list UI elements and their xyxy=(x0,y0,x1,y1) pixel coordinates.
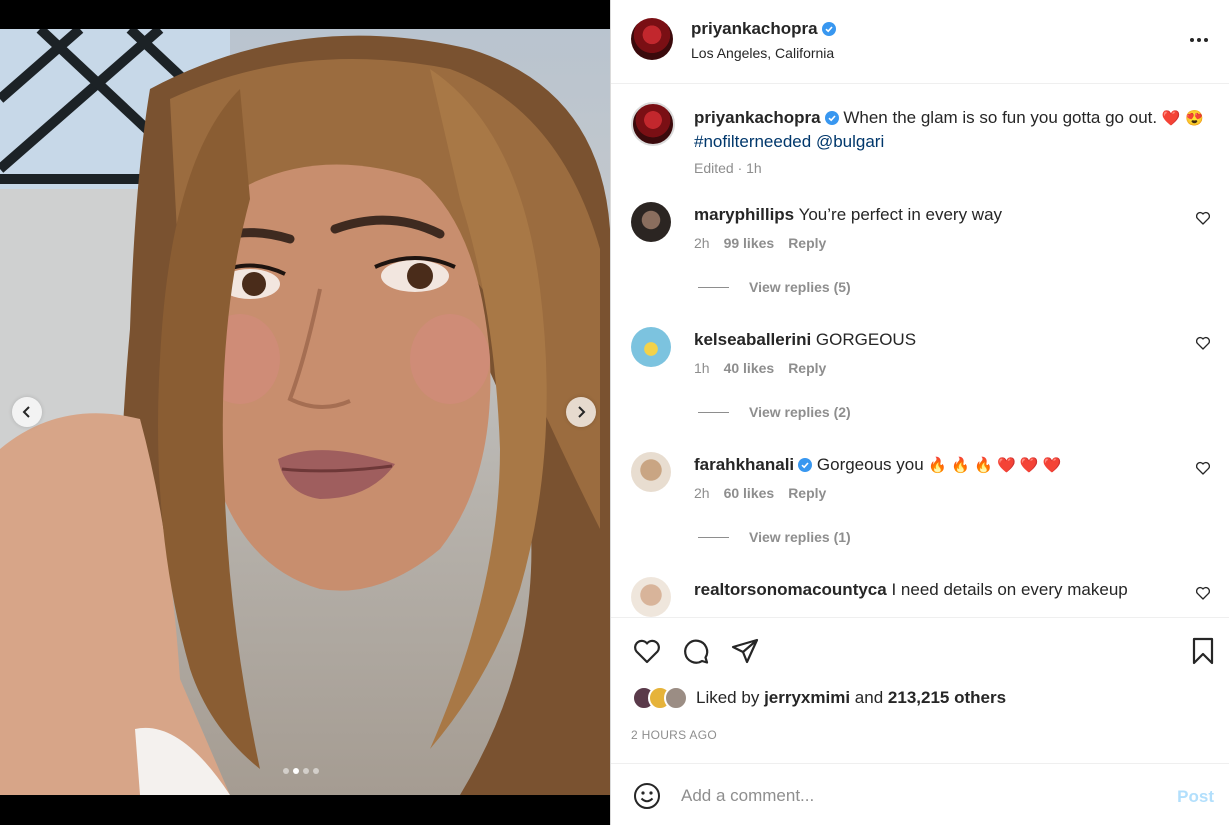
previous-slide-button[interactable] xyxy=(12,397,42,427)
caption-emoji-heart-eyes: 😍 xyxy=(1185,110,1204,127)
like-heart-icon[interactable] xyxy=(632,636,662,666)
comment-username[interactable]: farahkhanali xyxy=(694,455,794,474)
carousel-indicator xyxy=(283,768,319,774)
comment-icon[interactable] xyxy=(681,636,711,666)
comment-like-heart-icon[interactable] xyxy=(1195,210,1211,226)
comment-reply-button[interactable]: Reply xyxy=(788,235,826,251)
caption-emoji-heart: ❤️ xyxy=(1161,110,1181,127)
caption-text: When the glam is so fun you gotta go out… xyxy=(843,108,1158,127)
next-slide-button[interactable] xyxy=(566,397,596,427)
comment-likes[interactable]: 40 likes xyxy=(724,360,775,376)
more-options-button[interactable] xyxy=(1187,28,1211,52)
comment-username[interactable]: kelseaballerini xyxy=(694,330,811,349)
post-comment-button[interactable]: Post xyxy=(1177,787,1214,807)
comment-text-block: maryphillips You’re perfect in every way xyxy=(694,203,1174,226)
portrait-illustration xyxy=(0,29,610,795)
comment-reply-button[interactable]: Reply xyxy=(788,360,826,376)
verified-icon xyxy=(798,458,813,472)
view-replies-button[interactable]: View replies (2) xyxy=(698,404,851,420)
liker-avatar[interactable] xyxy=(664,686,688,710)
view-replies-label: View replies (1) xyxy=(749,529,851,545)
comment-text: I need details on every makeup xyxy=(891,580,1128,599)
carousel-dot xyxy=(283,768,289,774)
author-avatar[interactable] xyxy=(631,18,673,60)
comment-emojis: 🔥 🔥 🔥 ❤️ ❤️ ❤️ xyxy=(928,457,1062,474)
commenter-avatar[interactable] xyxy=(631,327,671,367)
comment-input[interactable] xyxy=(681,782,1151,810)
comment-item: farahkhanali Gorgeous you 🔥 🔥 🔥 ❤️ ❤️ ❤️… xyxy=(631,452,1211,572)
comment-item: maryphillips You’re perfect in every way… xyxy=(631,202,1211,322)
liked-by-user[interactable]: jerryxmimi xyxy=(764,688,850,707)
comment-text: Gorgeous you xyxy=(816,455,924,474)
comment-text-block: farahkhanali Gorgeous you 🔥 🔥 🔥 ❤️ ❤️ ❤️ xyxy=(694,453,1174,477)
comment-text: You’re perfect in every way xyxy=(798,205,1003,224)
more-icon xyxy=(1190,38,1194,42)
post-side-panel: priyankachopra Los Angeles, California p… xyxy=(610,0,1229,825)
liked-by-others[interactable]: 213,215 others xyxy=(888,688,1006,707)
liked-by-and: and xyxy=(854,688,884,707)
comment-likes[interactable]: 99 likes xyxy=(724,235,775,251)
verified-icon xyxy=(821,22,836,36)
commenter-avatar[interactable] xyxy=(631,202,671,242)
comment-text: GORGEOUS xyxy=(815,330,917,349)
comment-time: 2h xyxy=(694,235,710,251)
comment-text-block: kelseaballerini GORGEOUS xyxy=(694,328,1174,351)
post-actions: Liked by jerryxmimi and 213,215 others 2… xyxy=(611,617,1229,763)
post-timestamp[interactable]: 2 HOURS AGO xyxy=(631,728,717,742)
carousel-dot-active xyxy=(293,768,299,774)
comment-time: 2h xyxy=(694,485,710,501)
comment-reply-button[interactable]: Reply xyxy=(788,485,826,501)
post-location[interactable]: Los Angeles, California xyxy=(691,45,834,61)
comment-composer: Post xyxy=(611,763,1229,825)
post-media xyxy=(0,0,610,825)
comments-list[interactable]: priyankachopra When the glam is so fun y… xyxy=(611,84,1229,617)
caption-mention[interactable]: @bulgari xyxy=(816,132,884,151)
view-replies-label: View replies (5) xyxy=(749,279,851,295)
comment-item: kelseaballerini GORGEOUS 1h 40 likes Rep… xyxy=(631,327,1211,447)
bookmark-icon[interactable] xyxy=(1188,636,1218,666)
view-replies-button[interactable]: View replies (5) xyxy=(698,279,851,295)
author-username-row: priyankachopra xyxy=(691,19,836,39)
caption-avatar[interactable] xyxy=(631,102,675,146)
comment-meta: 2h 60 likes Reply xyxy=(694,485,826,501)
liked-by-prefix: Liked by xyxy=(696,688,760,707)
comment-meta: 2h 99 likes Reply xyxy=(694,235,826,251)
comment-time: 1h xyxy=(694,360,710,376)
emoji-icon[interactable] xyxy=(632,781,662,811)
comment-likes[interactable]: 60 likes xyxy=(724,485,775,501)
comment-like-heart-icon[interactable] xyxy=(1195,335,1211,351)
post-photo[interactable] xyxy=(0,29,610,795)
verified-icon xyxy=(824,111,839,125)
comment-text-block: realtorsonomacountyca I need details on … xyxy=(694,578,1174,601)
commenter-avatar[interactable] xyxy=(631,452,671,492)
caption-username[interactable]: priyankachopra xyxy=(694,108,821,127)
share-icon[interactable] xyxy=(730,636,760,666)
carousel-dot xyxy=(303,768,309,774)
comment-meta: 1h 40 likes Reply xyxy=(694,360,826,376)
commenter-avatar[interactable] xyxy=(631,577,671,617)
caption-meta: Edited · 1h xyxy=(694,160,762,176)
comment-item: realtorsonomacountyca I need details on … xyxy=(631,577,1211,617)
liked-by-row: Liked by jerryxmimi and 213,215 others xyxy=(632,686,1006,710)
chevron-right-icon xyxy=(578,406,586,418)
view-replies-label: View replies (2) xyxy=(749,404,851,420)
chevron-left-icon xyxy=(22,406,30,418)
liked-by-text: Liked by jerryxmimi and 213,215 others xyxy=(696,688,1006,708)
comment-username[interactable]: realtorsonomacountyca xyxy=(694,580,887,599)
comment-like-heart-icon[interactable] xyxy=(1195,585,1211,601)
comment-like-heart-icon[interactable] xyxy=(1195,460,1211,476)
author-username[interactable]: priyankachopra xyxy=(691,19,818,38)
post-header: priyankachopra Los Angeles, California xyxy=(611,0,1229,84)
comment-username[interactable]: maryphillips xyxy=(694,205,794,224)
view-replies-button[interactable]: View replies (1) xyxy=(698,529,851,545)
caption-text-block: priyankachopra When the glam is so fun y… xyxy=(694,106,1204,153)
caption-hashtag[interactable]: #nofilterneeded xyxy=(694,132,811,151)
carousel-dot xyxy=(313,768,319,774)
